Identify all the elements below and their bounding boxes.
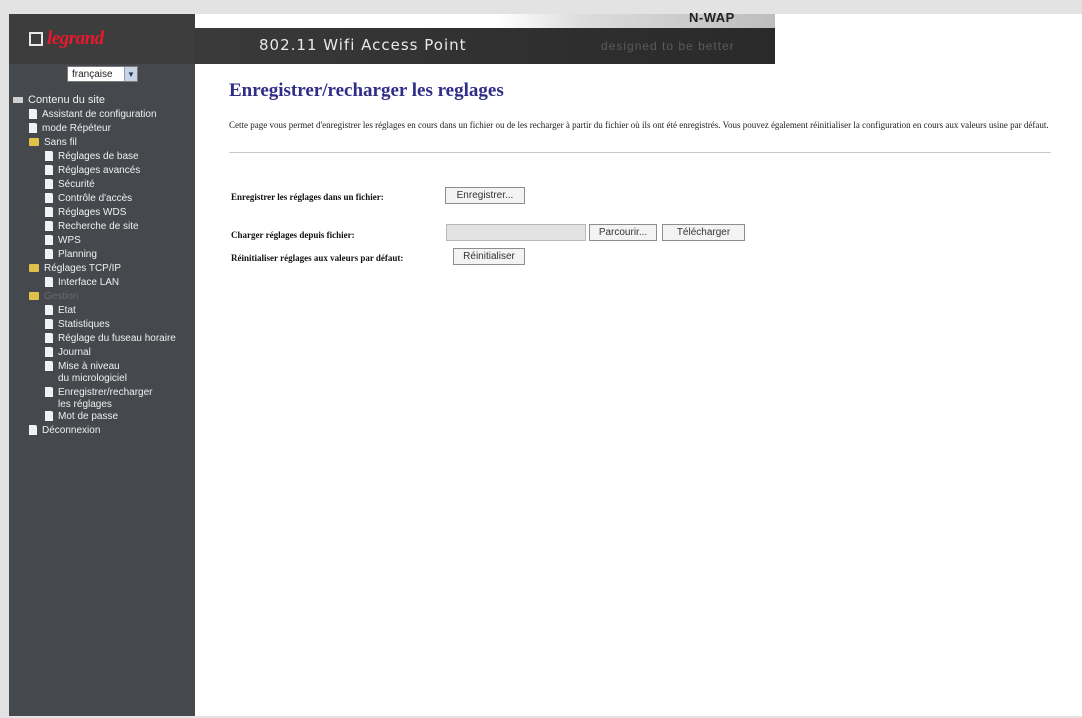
header-tagline: designed to be better [601,39,735,53]
reset-settings-label: Réinitialiser réglages aux valeurs par d… [231,253,404,263]
file-path-input[interactable] [446,224,586,241]
tree-item-mode-repeteur[interactable]: mode Répéteur [29,122,111,134]
tree-item-planning[interactable]: Planning [45,248,97,260]
header-brand-strip: N-WAP [9,10,775,28]
document-icon [45,151,53,161]
document-icon [29,109,37,119]
upload-button[interactable]: Télécharger [662,224,745,241]
tree-item-mise-a-niveau[interactable]: Mise à niveau [45,360,120,372]
document-icon [45,333,53,343]
load-settings-label: Charger réglages depuis fichier: [231,230,355,240]
document-icon [45,347,53,357]
tree-item-interface-lan[interactable]: Interface LAN [45,276,119,288]
document-icon [45,165,53,175]
document-icon [45,235,53,245]
document-icon [45,411,53,421]
document-icon [45,305,53,315]
tree-item-deconnexion[interactable]: Déconnexion [29,424,100,436]
tree-item-mise-a-niveau-cont[interactable]: du micrologiciel [58,372,127,384]
folder-icon [29,138,39,146]
product-name: N-WAP [689,10,735,25]
document-icon [45,221,53,231]
tree-folder-sans-fil[interactable]: Sans fil [29,136,77,148]
tree-item-controle-acces[interactable]: Contrôle d'accès [45,192,132,204]
browse-button[interactable]: Parcourir... [589,224,657,241]
tree-item-statistiques[interactable]: Statistiques [45,318,110,330]
save-button[interactable]: Enregistrer... [445,187,525,204]
document-icon [45,361,53,371]
document-icon [45,193,53,203]
tree-item-enregistrer-recharger[interactable]: Enregistrer/recharger [45,386,152,398]
tree-item-securite[interactable]: Sécurité [45,178,95,190]
reset-button[interactable]: Réinitialiser [453,248,525,265]
tree-item-journal[interactable]: Journal [45,346,91,358]
language-select[interactable]: française ▼ [67,66,138,82]
tree-item-assistant[interactable]: Assistant de configuration [29,108,157,120]
document-icon [45,207,53,217]
folder-open-icon [13,97,23,103]
tree-item-fuseau-horaire[interactable]: Réglage du fuseau horaire [45,332,176,344]
header-banner: 802.11 Wifi Access Point designed to be … [195,28,775,64]
tree-item-etat[interactable]: Etat [45,304,76,316]
tree-item-reglages-base[interactable]: Réglages de base [45,150,139,162]
document-icon [29,123,37,133]
sidebar: française ▼ Contenu du site Assistant de… [9,64,195,716]
language-select-value: française [72,68,113,80]
tree-item-reglages-avances[interactable]: Réglages avancés [45,164,140,176]
tree-folder-tcpip[interactable]: Réglages TCP/IP [29,262,121,274]
document-icon [45,387,53,397]
page-title: Enregistrer/recharger les reglages [229,80,504,101]
save-settings-label: Enregistrer les réglages dans un fichier… [231,192,384,202]
logo-square-icon [29,32,43,46]
folder-icon [29,264,39,272]
legrand-logo: legrand [29,28,104,50]
tree-item-recherche-site[interactable]: Recherche de site [45,220,139,232]
header-title: 802.11 Wifi Access Point [259,36,467,54]
tree-item-wps[interactable]: WPS [45,234,81,246]
header: legrand N-WAP 802.11 Wifi Access Point d… [9,10,1082,64]
page-description: Cette page vous permet d'enregistrer les… [229,120,1049,130]
main-content: Enregistrer/recharger les reglages Cette… [195,64,1082,716]
folder-icon [29,292,39,300]
document-icon [45,319,53,329]
document-icon [45,249,53,259]
tree-folder-gestion[interactable]: Gestion [29,290,78,302]
chevron-down-icon[interactable]: ▼ [124,67,137,81]
divider [229,152,1051,153]
tree-item-mot-de-passe[interactable]: Mot de passe [45,410,118,422]
logo-text: legrand [47,28,104,49]
document-icon [45,179,53,189]
tree-root-contenu[interactable]: Contenu du site [13,94,105,106]
document-icon [29,425,37,435]
document-icon [45,277,53,287]
tree-item-reglages-wds[interactable]: Réglages WDS [45,206,126,218]
tree-item-enregistrer-recharger-cont[interactable]: les réglages [58,398,112,410]
